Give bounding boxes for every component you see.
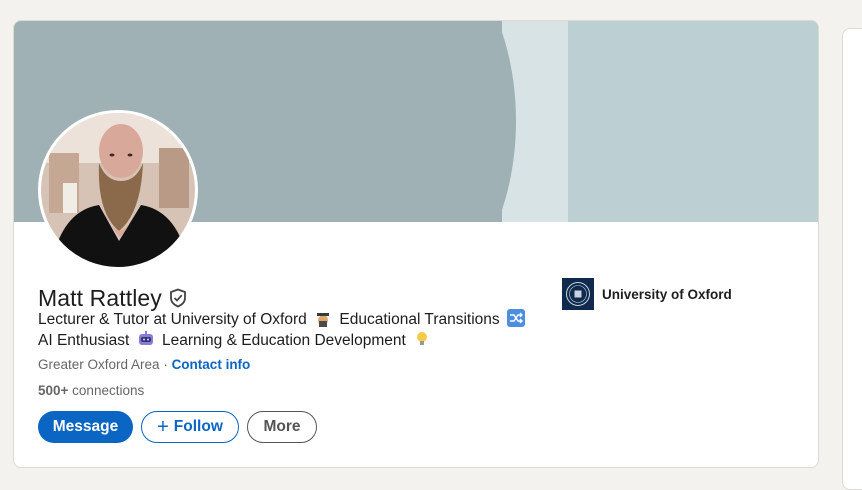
more-button[interactable]: More [247,411,317,443]
headline-text: Lecturer & Tutor at University of Oxford [38,311,307,328]
profile-headline: Lecturer & Tutor at University of Oxford… [38,309,558,351]
banner-panel [568,21,818,222]
connections-count[interactable]: 500+ connections [38,383,144,398]
profile-card: Matt Rattley Lecturer & Tutor at Univers… [13,20,819,468]
shuffle-emoji [506,309,525,327]
message-button-label: Message [52,418,119,435]
banner-curve [274,21,516,222]
oxford-crest-icon [566,282,590,306]
avatar-image [41,113,195,267]
location-text: Greater Oxford Area [38,357,160,372]
connections-label: connections [68,383,145,398]
message-button[interactable]: Message [38,411,133,443]
contact-info-link[interactable]: Contact info [172,357,251,372]
connections-number: 500+ [38,383,69,398]
follow-button[interactable]: + Follow [141,411,239,443]
follow-button-label: Follow [173,418,223,435]
light-bulb-emoji [417,332,428,345]
graduation-cap-emoji [317,313,330,327]
location-row: Greater Oxford Area · Contact info [38,357,250,372]
profile-name: Matt Rattley [38,284,162,311]
education-item[interactable]: University of Oxford [562,278,732,310]
university-logo-icon [562,278,594,310]
side-panel-card [842,28,862,490]
more-button-label: More [263,418,301,435]
separator: · [159,357,172,372]
education-name: University of Oxford [602,286,732,302]
avatar[interactable] [38,110,198,270]
headline-text: Learning & Education Development [161,332,406,349]
verified-shield-icon[interactable] [168,288,188,308]
plus-icon: + [157,416,169,438]
action-buttons: Message + Follow More [38,411,317,443]
headline-text: Educational Transitions [339,311,500,328]
headline-text: AI Enthusiast [38,332,130,349]
robot-emoji [138,331,153,345]
